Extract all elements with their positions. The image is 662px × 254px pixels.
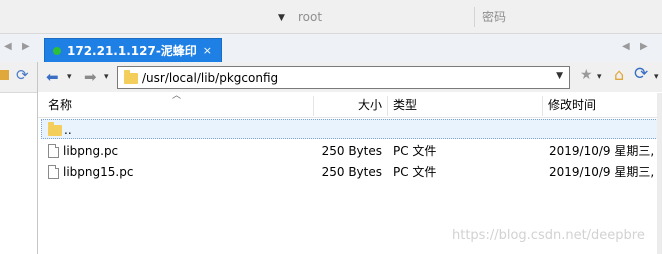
password-placeholder: 密码 (482, 10, 507, 24)
home-icon[interactable]: ⌂ (614, 65, 624, 84)
file-type: PC 文件 (393, 144, 437, 158)
tab-label: 172.21.1.127-泥蜂印 (67, 44, 197, 58)
file-icon (48, 165, 59, 179)
path-value: /usr/local/lib/pkgconfig (142, 71, 279, 85)
vertical-scrollbar[interactable] (657, 93, 662, 254)
forward-dropdown-icon[interactable]: ▾ (104, 72, 109, 82)
path-input[interactable]: /usr/local/lib/pkgconfig ▼ (117, 66, 570, 89)
file-size: 250 Bytes (321, 165, 382, 179)
forward-icon[interactable]: ➡ (84, 68, 97, 86)
column-divider[interactable] (542, 96, 543, 116)
column-header-modified[interactable]: 修改时间 (548, 93, 596, 117)
column-header-size[interactable]: 大小 (313, 93, 382, 117)
list-item-file[interactable]: libpng15.pc 250 Bytes PC 文件 2019/10/9 星期… (41, 162, 662, 182)
list-item-file[interactable]: libpng.pc 250 Bytes PC 文件 2019/10/9 星期三, (41, 141, 662, 161)
file-name: libpng.pc (63, 144, 119, 158)
back-dropdown-icon[interactable]: ▾ (67, 72, 72, 82)
watermark-text: https://blog.csdn.net/deepbre (452, 228, 645, 243)
home-icon-local[interactable] (0, 70, 9, 80)
more-dropdown-icon[interactable]: ▾ (654, 72, 659, 82)
refresh-icon[interactable]: ⟳ (634, 64, 648, 84)
username-field[interactable]: root (292, 7, 475, 27)
tab-scroll-right-icon-right[interactable]: ▶ (640, 41, 648, 52)
local-toolbar: ⟳ (0, 62, 37, 93)
folder-icon (48, 122, 62, 136)
back-icon[interactable]: ⬅ (46, 68, 59, 86)
connection-status-icon (53, 47, 61, 55)
file-size: 250 Bytes (321, 144, 382, 158)
file-modified: 2019/10/9 星期三, (549, 165, 655, 179)
file-modified: 2019/10/9 星期三, (549, 144, 655, 158)
folder-icon (124, 70, 138, 84)
file-type: PC 文件 (393, 165, 437, 179)
column-divider[interactable] (387, 96, 388, 116)
column-header-type[interactable]: 类型 (393, 93, 417, 117)
list-item-parent[interactable]: .. (41, 119, 662, 139)
refresh-icon-local[interactable]: ⟳ (16, 66, 29, 84)
bookmark-icon[interactable]: ★ (580, 67, 593, 83)
username-value: root (298, 10, 323, 24)
host-dropdown-icon[interactable]: ▼ (278, 13, 285, 23)
bookmark-dropdown-icon[interactable]: ▾ (597, 72, 602, 82)
file-name: libpng15.pc (63, 165, 134, 179)
close-icon[interactable]: × (203, 43, 212, 59)
tab-session[interactable]: 172.21.1.127-泥蜂印 × (44, 38, 222, 62)
path-dropdown-icon[interactable]: ▼ (556, 71, 563, 81)
tab-scroll-left-icon[interactable]: ◀ (4, 41, 12, 52)
sort-ascending-icon: ︿ (172, 91, 182, 101)
password-field[interactable]: 密码 (476, 7, 662, 27)
tab-scroll-right-icon[interactable]: ▶ (22, 41, 30, 52)
tab-scroll-left-icon-right[interactable]: ◀ (622, 41, 630, 52)
file-icon (48, 144, 59, 158)
file-name: .. (64, 123, 72, 137)
column-header-name[interactable]: 名称 (48, 93, 72, 117)
